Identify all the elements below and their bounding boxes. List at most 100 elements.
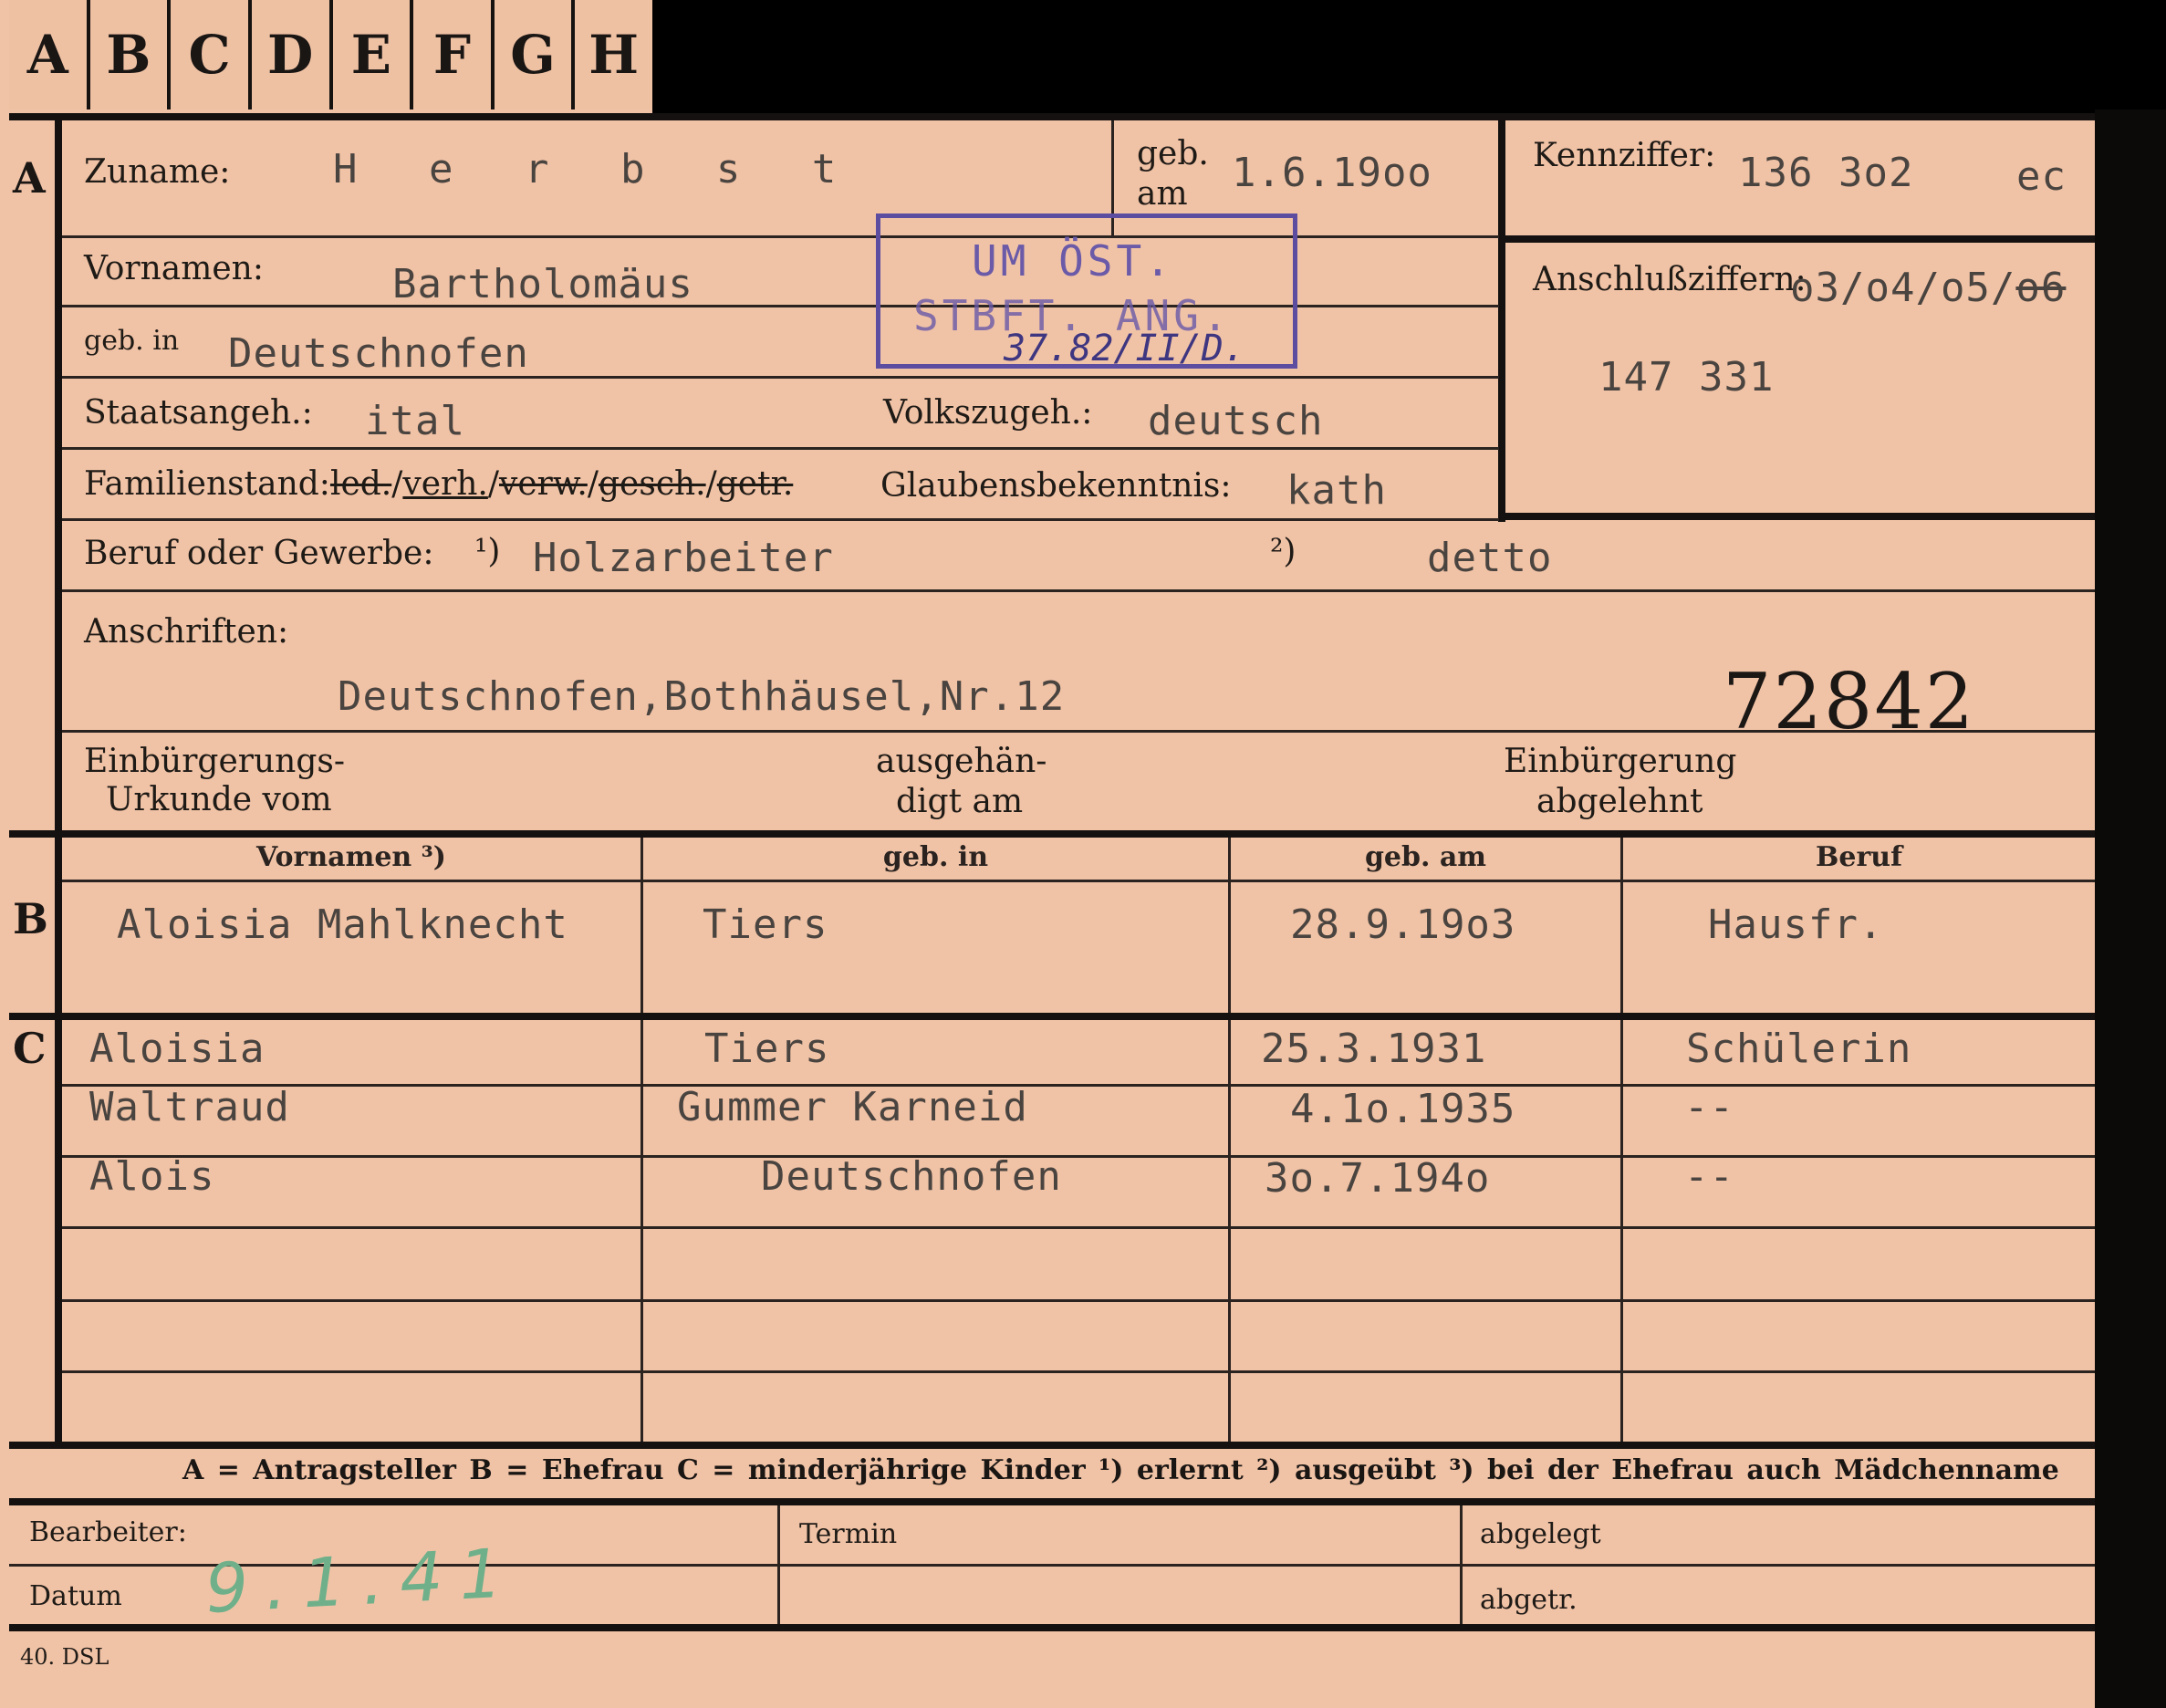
tab-g[interactable]: G xyxy=(495,0,576,109)
vornamen-label: Vornamen: xyxy=(84,250,264,287)
rule xyxy=(62,447,1499,450)
vornamen-value: Bartholomäus xyxy=(392,261,693,307)
geb-am-label-2: am xyxy=(1137,175,1188,213)
einbuergerung-abgelehnt-2: abgelehnt xyxy=(1536,783,1703,820)
child-2-birthdate: 4.1o.1935 xyxy=(1290,1086,1516,1132)
familienstand-label: Familienstand:led./verh./verw./gesch./ge… xyxy=(84,465,794,503)
glaubens-label: Glaubensbekenntnis: xyxy=(880,467,1232,505)
familienstand-option-verh: verh. xyxy=(402,465,488,503)
anschrift-value: Deutschnofen,Bothhäusel,Nr.12 xyxy=(338,673,1066,720)
rule xyxy=(62,1084,2095,1087)
tab-b[interactable]: B xyxy=(90,0,172,109)
section-c-letter: C xyxy=(13,1024,47,1073)
child-2-birthplace: Gummer Karneid xyxy=(677,1084,1028,1130)
alphabet-tab-strip: A B C D E F G H xyxy=(9,0,656,109)
print-code: 40. DSL xyxy=(20,1644,109,1670)
child-1-name: Aloisia xyxy=(89,1026,266,1072)
col-header-geb-am: geb. am xyxy=(1364,841,1487,873)
ausgehaendigt-label-2: digt am xyxy=(896,783,1024,820)
beruf-value-1: Holzarbeiter xyxy=(533,535,834,581)
rubber-stamp: UM ÖST. STBFT. ANG. 37.82/II/D. xyxy=(876,214,1297,370)
einbuergerung-abgelehnt-1: Einbürgerung xyxy=(1504,743,1737,780)
rule xyxy=(1505,235,2095,243)
volkszugeh-value: deutsch xyxy=(1148,398,1324,444)
anschluss-codes: o3/o4/o5/ xyxy=(1790,265,2016,311)
tab-f[interactable]: F xyxy=(413,0,495,109)
beruf-value-2: detto xyxy=(1427,535,1553,581)
col-header-vornamen: Vornamen ³) xyxy=(255,841,446,873)
frame-top xyxy=(9,113,2097,120)
file-number: 72842 xyxy=(1723,657,1976,746)
abgetr-label: abgetr. xyxy=(1480,1584,1578,1616)
rule xyxy=(62,518,1499,521)
rule xyxy=(62,880,2095,882)
child-1-birthplace: Tiers xyxy=(704,1026,830,1072)
spouse-birthdate: 28.9.19o3 xyxy=(1290,901,1516,948)
zuname-label: Zuname: xyxy=(84,153,231,191)
section-b-letter: B xyxy=(13,894,48,943)
rule xyxy=(1620,838,1623,1445)
familienstand-option-led: led. xyxy=(329,465,392,503)
kennziffer-value: 136 3o2 xyxy=(1738,150,1914,196)
volkszugeh-label: Volkszugeh.: xyxy=(883,394,1093,432)
einbuergerung-label-2: Urkunde vom xyxy=(106,781,332,818)
rule xyxy=(62,1155,2095,1158)
beruf-note-1: ¹) xyxy=(474,533,501,570)
geb-am-value: 1.6.19oo xyxy=(1232,150,1432,196)
child-3-occupation: -- xyxy=(1684,1153,1734,1200)
termin-label: Termin xyxy=(799,1518,898,1550)
rule xyxy=(9,1498,2097,1505)
spouse-name: Aloisia Mahlknecht xyxy=(117,901,568,948)
rule xyxy=(62,1370,2095,1373)
top-shadow xyxy=(652,0,2166,117)
kennziffer-suffix: ec xyxy=(2016,153,2067,200)
child-3-name: Alois xyxy=(89,1153,215,1200)
rule xyxy=(9,830,2097,838)
kennziffer-rule xyxy=(1498,120,1505,522)
col-header-beruf: Beruf xyxy=(1816,841,1902,873)
anschluss-value-2: 147 331 xyxy=(1598,354,1775,401)
rule xyxy=(62,1299,2095,1302)
child-2-name: Waltraud xyxy=(89,1084,290,1130)
familienstand-prefix: Familienstand: xyxy=(84,465,330,503)
rule xyxy=(640,838,643,1445)
rule xyxy=(777,1505,780,1624)
geb-in-label: geb. in xyxy=(84,325,180,357)
spouse-occupation: Hausfr. xyxy=(1708,901,1884,948)
staatsangeh-label: Staatsangeh.: xyxy=(84,394,313,432)
rule xyxy=(1505,513,2095,520)
col-header-geb-in: geb. in xyxy=(882,841,989,873)
datum-label: Datum xyxy=(29,1580,122,1612)
registration-card: A B C D E F G H A B C Zuname: H e r b s … xyxy=(0,0,2166,1708)
tab-c[interactable]: C xyxy=(171,0,252,109)
zuname-value: H e r b s t xyxy=(333,146,860,193)
beruf-label: Beruf oder Gewerbe: xyxy=(84,535,434,572)
tab-d[interactable]: D xyxy=(252,0,333,109)
ausgehaendigt-label-1: ausgehän- xyxy=(876,743,1047,780)
anschluss-struck: o6 xyxy=(2015,265,2067,311)
right-edge-shadow xyxy=(2095,109,2166,1708)
anschluss-label: Anschlußziffern: xyxy=(1533,261,1807,298)
rule xyxy=(62,589,2095,592)
child-3-birthdate: 3o.7.194o xyxy=(1265,1155,1491,1202)
tab-e[interactable]: E xyxy=(333,0,414,109)
child-1-birthdate: 25.3.1931 xyxy=(1261,1026,1487,1072)
rule xyxy=(1228,838,1231,1445)
tab-h[interactable]: H xyxy=(575,0,652,109)
tab-a[interactable]: A xyxy=(9,0,90,109)
child-1-occupation: Schülerin xyxy=(1686,1026,1912,1072)
anschluss-value: o3/o4/o5/o6 xyxy=(1790,265,2066,311)
legend-line: A = Antragsteller B = Ehefrau C = minder… xyxy=(182,1454,2059,1486)
einbuergerung-label-1: Einbürgerungs- xyxy=(84,743,346,780)
kennziffer-label: Kennziffer: xyxy=(1533,137,1716,174)
bearbeiter-label: Bearbeiter: xyxy=(29,1516,187,1548)
rule xyxy=(9,1442,2097,1449)
familienstand-option-getr: getr. xyxy=(716,465,794,503)
staatsangeh-value: ital xyxy=(365,398,465,444)
child-2-occupation: -- xyxy=(1684,1084,1734,1130)
glaubens-value: kath xyxy=(1286,467,1387,514)
stamp-line-1: UM ÖST. xyxy=(972,236,1174,286)
rule xyxy=(9,1013,2097,1020)
abgelegt-label: abgelegt xyxy=(1480,1518,1601,1550)
familienstand-option-gesch: gesch. xyxy=(599,465,706,503)
